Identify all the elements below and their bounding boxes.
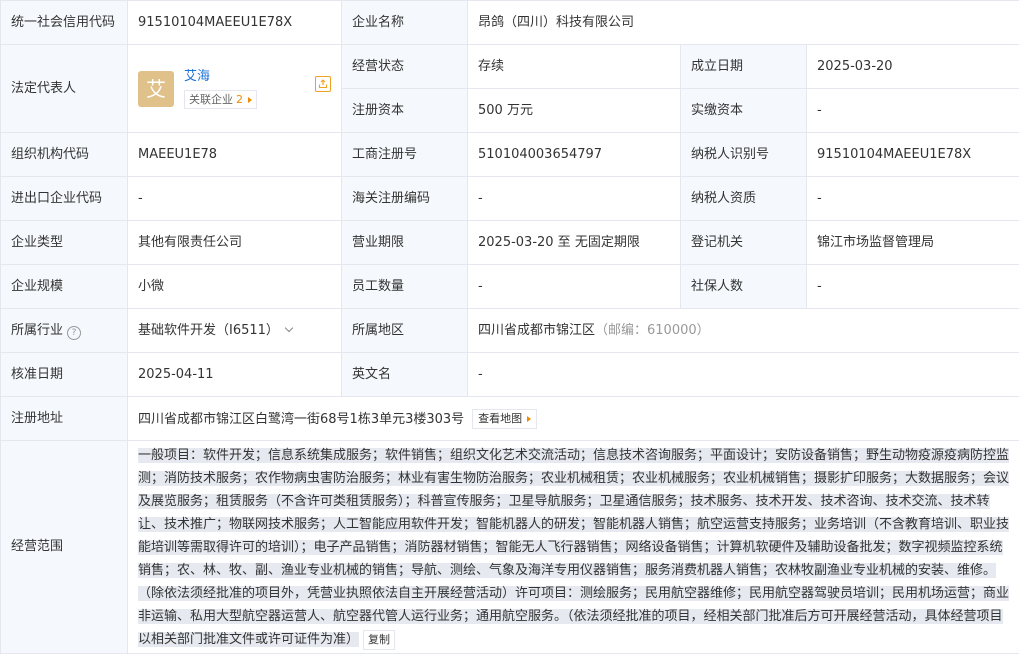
value-company-type: 其他有限责任公司 [128, 221, 342, 265]
table-row: 进出口企业代码 - 海关注册编码 - 纳税人资质 - [1, 177, 1019, 221]
address-cell: 四川省成都市锦江区白鹭湾一街68号1栋3单元3楼303号查看地图 [128, 397, 1019, 441]
label-taxpayer-id: 纳税人识别号 [681, 133, 807, 177]
label-business-scope: 经营范围 [1, 441, 128, 654]
table-row: 企业规模 小微 员工数量 - 社保人数 - [1, 265, 1019, 309]
avatar[interactable]: 艾 [138, 71, 174, 107]
table-row: 组织机构代码 MAEEU1E78 工商注册号 510104003654797 纳… [1, 133, 1019, 177]
view-map-button[interactable]: 查看地图 [472, 409, 537, 429]
value-paid-capital: - [807, 89, 1019, 133]
value-postal-code: （邮编：610000） [595, 323, 710, 338]
label-industry: 所属行业 [11, 323, 63, 338]
label-company-name: 企业名称 [342, 1, 468, 45]
label-industry-cell: 所属行业? [1, 309, 128, 353]
table-row: 核准日期 2025-04-11 英文名 - [1, 353, 1019, 397]
label-registered-address: 注册地址 [1, 397, 128, 441]
industry-dropdown[interactable]: 基础软件开发（I6511） [138, 323, 292, 338]
value-credit-code: 91510104MAEEU1E78X [128, 1, 342, 45]
table-row: 注册地址 四川省成都市锦江区白鹭湾一街68号1栋3单元3楼303号查看地图 [1, 397, 1019, 441]
label-registration-authority: 登记机关 [681, 221, 807, 265]
label-founded-date: 成立日期 [681, 45, 807, 89]
value-registered-capital: 500 万元 [468, 89, 681, 133]
related-companies-label: 关联企业 [189, 91, 233, 108]
value-company-scale: 小微 [128, 265, 342, 309]
label-employee-count: 员工数量 [342, 265, 468, 309]
value-registration-authority: 锦江市场监督管理局 [807, 221, 1019, 265]
label-approval-date: 核准日期 [1, 353, 128, 397]
legal-rep-cell: 艾 艾海 关联企业 2 [128, 45, 342, 133]
view-map-label: 查看地图 [478, 410, 522, 428]
table-row: 统一社会信用代码 91510104MAEEU1E78X 企业名称 昂鸽（四川）科… [1, 1, 1019, 45]
company-info-table: 统一社会信用代码 91510104MAEEU1E78X 企业名称 昂鸽（四川）科… [0, 0, 1019, 654]
value-insured-count: - [807, 265, 1019, 309]
label-import-export-code: 进出口企业代码 [1, 177, 128, 221]
business-scope-cell: 一般项目：软件开发；信息系统集成服务；软件销售；组织文化艺术交流活动；信息技术咨… [128, 441, 1019, 654]
label-company-type: 企业类型 [1, 221, 128, 265]
table-row: 所属行业? 基础软件开发（I6511） 所属地区 四川省成都市锦江区（邮编：61… [1, 309, 1019, 353]
related-companies-button[interactable]: 关联企业 2 [184, 90, 257, 109]
label-status: 经营状态 [342, 45, 468, 89]
label-english-name: 英文名 [342, 353, 468, 397]
label-credit-code: 统一社会信用代码 [1, 1, 128, 45]
legal-rep: 艾 艾海 关联企业 2 [138, 68, 331, 109]
value-business-reg-no: 510104003654797 [468, 133, 681, 177]
legal-rep-info: 艾海 关联企业 2 [184, 68, 257, 109]
label-region: 所属地区 [342, 309, 468, 353]
value-company-name: 昂鸽（四川）科技有限公司 [468, 1, 1019, 45]
label-registered-capital: 注册资本 [342, 89, 468, 133]
legal-rep-name-link[interactable]: 艾海 [184, 68, 257, 86]
value-registered-address: 四川省成都市锦江区白鹭湾一街68号1栋3单元3楼303号 [138, 412, 464, 427]
table-row: 法定代表人 艾 艾海 关联企业 2 经营状态 [1, 45, 1019, 89]
copy-button[interactable]: 复制 [363, 630, 395, 650]
value-approval-date: 2025-04-11 [128, 353, 342, 397]
label-org-code: 组织机构代码 [1, 133, 128, 177]
value-taxpayer-id: 91510104MAEEU1E78X [807, 133, 1019, 177]
value-founded-date: 2025-03-20 [807, 45, 1019, 89]
value-taxpayer-qualification: - [807, 177, 1019, 221]
share-icon[interactable] [315, 76, 331, 92]
value-import-export-code: - [128, 177, 342, 221]
chevron-down-icon [285, 323, 293, 331]
label-taxpayer-qualification: 纳税人资质 [681, 177, 807, 221]
industry-cell: 基础软件开发（I6511） [128, 309, 342, 353]
share-icon-glyph [318, 79, 328, 89]
value-employee-count: - [468, 265, 681, 309]
value-customs-code: - [468, 177, 681, 221]
table-row: 企业类型 其他有限责任公司 营业期限 2025-03-20 至 无固定期限 登记… [1, 221, 1019, 265]
label-company-scale: 企业规模 [1, 265, 128, 309]
value-english-name: - [468, 353, 1019, 397]
label-business-reg-no: 工商注册号 [342, 133, 468, 177]
value-industry: 基础软件开发（I6511） [138, 323, 279, 338]
value-region: 四川省成都市锦江区 [478, 323, 595, 338]
value-org-code: MAEEU1E78 [128, 133, 342, 177]
label-insured-count: 社保人数 [681, 265, 807, 309]
triangle-right-icon [248, 97, 252, 103]
region-cell: 四川省成都市锦江区（邮编：610000） [468, 309, 1019, 353]
help-circle-icon[interactable]: ? [67, 326, 81, 340]
label-legal-rep: 法定代表人 [1, 45, 128, 133]
related-companies-count: 2 [236, 91, 243, 108]
value-business-term: 2025-03-20 至 无固定期限 [468, 221, 681, 265]
triangle-right-icon [527, 416, 531, 422]
label-paid-capital: 实缴资本 [681, 89, 807, 133]
label-business-term: 营业期限 [342, 221, 468, 265]
table-row: 经营范围 一般项目：软件开发；信息系统集成服务；软件销售；组织文化艺术交流活动；… [1, 441, 1019, 654]
value-status: 存续 [468, 45, 681, 89]
label-customs-code: 海关注册编码 [342, 177, 468, 221]
value-business-scope: 一般项目：软件开发；信息系统集成服务；软件销售；组织文化艺术交流活动；信息技术咨… [138, 448, 1009, 647]
